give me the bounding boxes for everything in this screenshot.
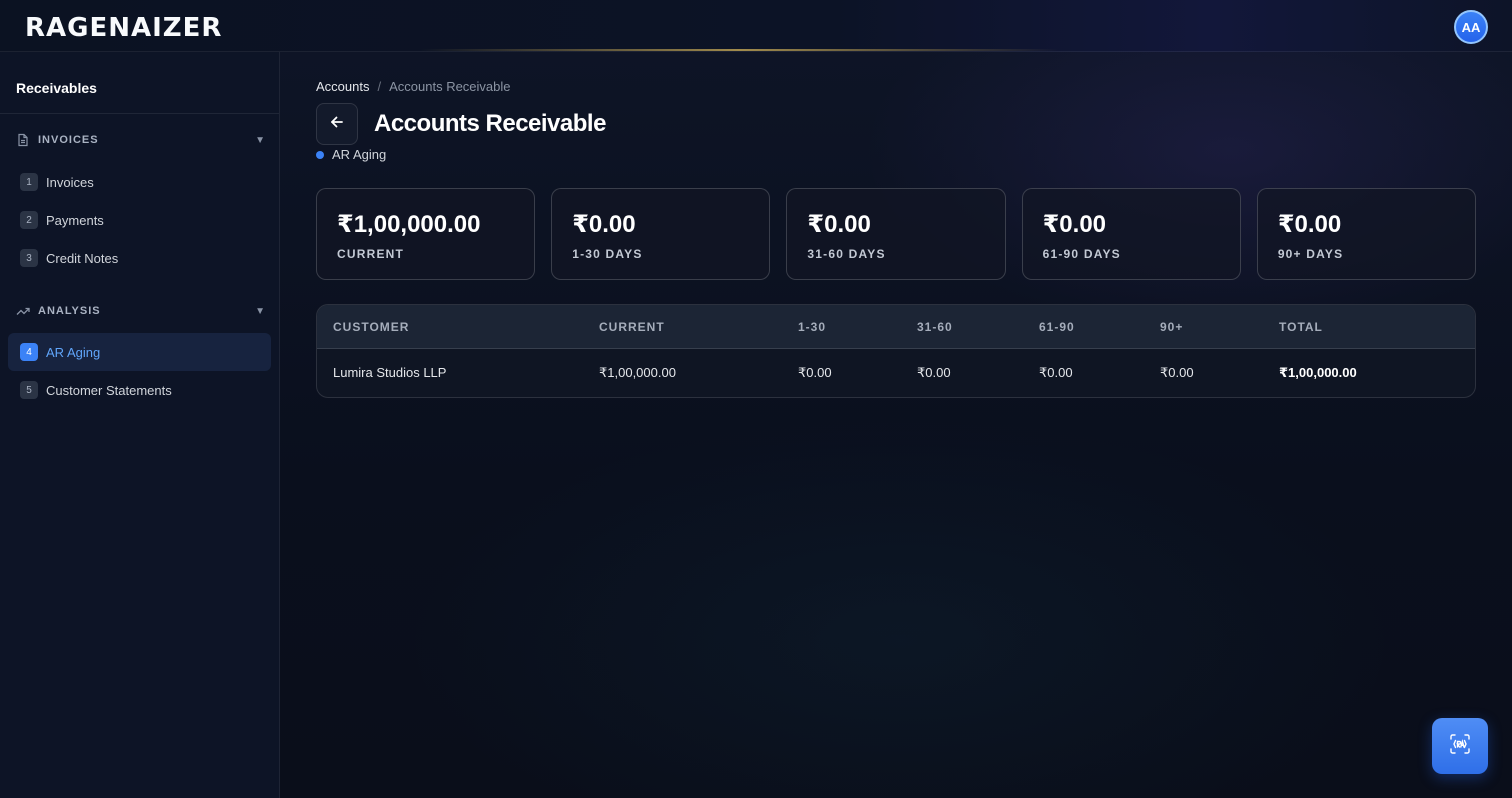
sidebar-item-label: Customer Statements: [46, 382, 172, 398]
summary-card-value: ₹0.00: [572, 211, 636, 238]
sidebar: Receivables INVOICES ▼ 1 Invoices 2 Paym…: [0, 52, 280, 798]
cell-1-30: ₹0.00: [798, 365, 832, 380]
sidebar-item-number: 5: [20, 381, 38, 399]
sidebar-section-analysis[interactable]: ANALYSIS ▼: [16, 301, 266, 321]
sidebar-item-label: Payments: [46, 212, 104, 228]
sidebar-section-invoices[interactable]: INVOICES ▼: [16, 130, 266, 150]
cell-total: ₹1,00,000.00: [1279, 365, 1357, 380]
summary-card-90-plus-days: ₹0.00 90+ DAYS: [1256, 188, 1477, 280]
sidebar-section-label: ANALYSIS: [38, 305, 101, 317]
column-header-1-30[interactable]: 1-30: [798, 305, 826, 349]
page-subtitle: AR Aging: [316, 147, 386, 162]
back-button[interactable]: [316, 103, 358, 145]
summary-card-label: 31-60 DAYS: [807, 247, 886, 261]
chevron-down-icon[interactable]: ▼: [255, 135, 266, 146]
column-header-61-90[interactable]: 61-90: [1039, 305, 1075, 349]
breadcrumb-separator: /: [377, 79, 382, 94]
summary-card-value: ₹0.00: [807, 211, 871, 238]
cell-61-90: ₹0.00: [1039, 365, 1073, 380]
user-avatar[interactable]: AA: [1454, 10, 1488, 44]
sidebar-item-ar-aging[interactable]: 4 AR Aging: [8, 333, 271, 371]
sidebar-divider: [0, 113, 279, 114]
summary-card-value: ₹1,00,000.00: [337, 211, 481, 238]
column-header-current[interactable]: CURRENT: [599, 305, 665, 349]
document-icon: [16, 133, 30, 147]
app-root: RAGENAIZER AA Receivables INVOICES ▼ 1 I…: [0, 0, 1512, 798]
header-glow-line: [420, 49, 1060, 51]
summary-card-value: ₹0.00: [1042, 211, 1107, 238]
summary-card-label: CURRENT: [337, 247, 405, 261]
assistant-icon: [1447, 731, 1473, 762]
sidebar-item-number: 1: [20, 173, 38, 191]
sidebar-title: Receivables: [16, 80, 97, 96]
column-header-31-60[interactable]: 31-60: [917, 305, 953, 349]
trend-icon: [16, 304, 30, 318]
summary-card-label: 1-30 DAYS: [572, 247, 643, 261]
sidebar-item-label: Credit Notes: [46, 250, 119, 266]
sidebar-item-credit-notes[interactable]: 3 Credit Notes: [8, 239, 271, 277]
sidebar-item-invoices[interactable]: 1 Invoices: [8, 163, 271, 201]
ar-aging-table: CUSTOMER CURRENT 1-30 31-60 61-90 90+ TO…: [316, 304, 1476, 398]
app-logo[interactable]: RAGENAIZER: [25, 14, 222, 42]
cell-current: ₹1,00,000.00: [599, 365, 676, 380]
sidebar-section-label: INVOICES: [38, 134, 99, 146]
top-bar: RAGENAIZER AA: [0, 0, 1512, 52]
summary-card-1-30-days: ₹0.00 1-30 DAYS: [551, 188, 771, 280]
sidebar-item-number: 3: [20, 249, 38, 267]
sidebar-item-label: Invoices: [46, 174, 94, 190]
status-dot: [316, 150, 324, 159]
page-title: Accounts Receivable: [374, 110, 606, 137]
summary-card-61-90-days: ₹0.00 61-90 DAYS: [1021, 188, 1241, 280]
sidebar-item-customer-statements[interactable]: 5 Customer Statements: [8, 371, 271, 409]
breadcrumb-current: Accounts Receivable: [389, 79, 511, 94]
page-subtitle-label: AR Aging: [332, 147, 387, 162]
summary-card-value: ₹0.00: [1277, 211, 1342, 238]
column-header-total[interactable]: TOTAL: [1279, 305, 1323, 349]
chevron-down-icon[interactable]: ▼: [255, 306, 266, 317]
sidebar-item-number: 2: [20, 211, 38, 229]
table-row[interactable]: Lumira Studios LLP ₹1,00,000.00 ₹0.00 ₹0…: [317, 349, 1475, 397]
sidebar-item-payments[interactable]: 2 Payments: [8, 201, 271, 239]
cell-90-plus: ₹0.00: [1160, 365, 1194, 380]
cell-31-60: ₹0.00: [917, 365, 951, 380]
breadcrumb-parent[interactable]: Accounts: [316, 79, 369, 94]
summary-card-label: 90+ DAYS: [1277, 247, 1344, 261]
arrow-left-icon: [329, 114, 345, 135]
summary-card-31-60-days: ₹0.00 31-60 DAYS: [786, 188, 1006, 280]
aging-summary-cards: ₹1,00,000.00 CURRENT ₹0.00 1-30 DAYS ₹0.…: [316, 188, 1477, 280]
cell-customer: Lumira Studios LLP: [333, 365, 447, 380]
table-header: CUSTOMER CURRENT 1-30 31-60 61-90 90+ TO…: [317, 305, 1475, 349]
breadcrumb: Accounts / Accounts Receivable: [316, 79, 511, 94]
column-header-90-plus[interactable]: 90+: [1160, 305, 1183, 349]
assistant-fab-button[interactable]: [1432, 718, 1488, 774]
summary-card-label: 61-90 DAYS: [1042, 247, 1121, 261]
sidebar-item-label: AR Aging: [46, 344, 101, 360]
column-header-customer[interactable]: CUSTOMER: [333, 305, 409, 349]
sidebar-item-number: 4: [20, 343, 38, 361]
summary-card-current: ₹1,00,000.00 CURRENT: [316, 188, 536, 280]
